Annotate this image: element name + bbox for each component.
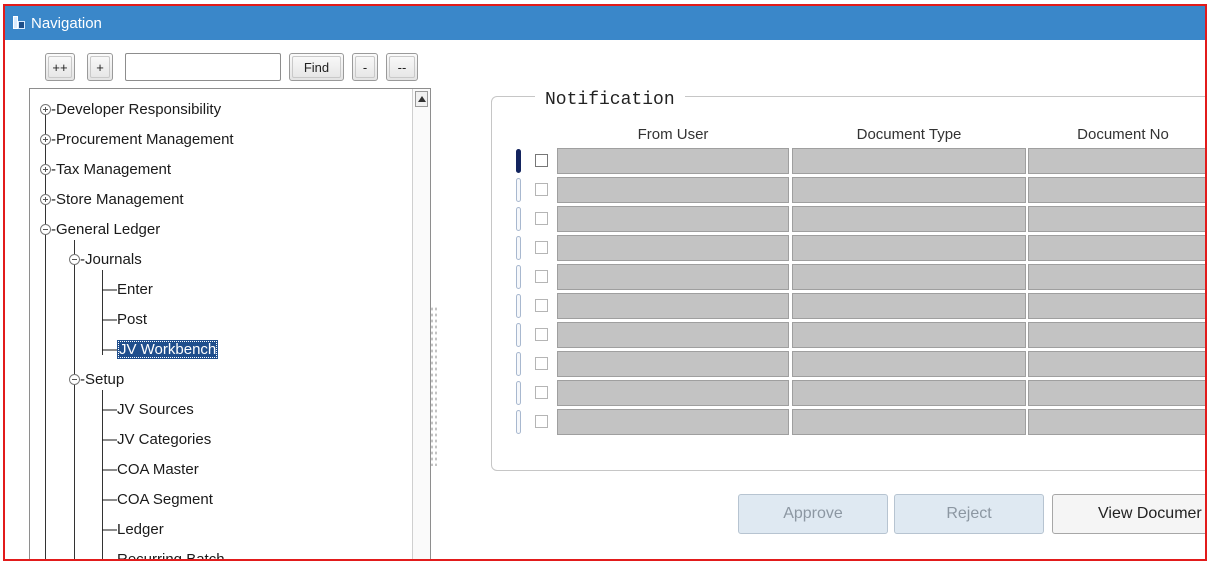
row-checkbox[interactable] xyxy=(535,415,548,428)
from-user-cell[interactable] xyxy=(557,380,789,406)
scroll-up-arrow-icon[interactable] xyxy=(415,91,428,107)
notification-title: Notification xyxy=(535,90,685,110)
row-checkbox[interactable] xyxy=(535,386,548,399)
tree-item-ledger[interactable]: —Ledger xyxy=(102,517,164,543)
row-checkbox[interactable] xyxy=(535,328,548,341)
row-checkbox[interactable] xyxy=(535,154,548,167)
from-user-cell[interactable] xyxy=(557,409,789,435)
document-type-cell[interactable] xyxy=(792,380,1026,406)
column-header-document-no: Document No xyxy=(1077,126,1169,143)
row-indicator[interactable] xyxy=(516,381,521,405)
document-type-cell[interactable] xyxy=(792,293,1026,319)
expand-button[interactable]: + xyxy=(87,53,113,81)
window-title: Navigation xyxy=(31,14,102,32)
document-type-cell[interactable] xyxy=(792,235,1026,261)
document-type-cell[interactable] xyxy=(792,409,1026,435)
document-no-cell[interactable] xyxy=(1028,264,1205,290)
collapse-button[interactable]: - xyxy=(352,53,378,81)
tree-item-tax-management[interactable]: -Tax Management xyxy=(40,157,171,183)
collapse-icon[interactable] xyxy=(40,223,51,235)
app-icon xyxy=(11,15,27,31)
row-indicator[interactable] xyxy=(516,323,521,347)
tree-item-jv-sources[interactable]: —JV Sources xyxy=(102,397,194,423)
tree-item-post[interactable]: —Post xyxy=(102,307,147,333)
tree-item-procurement-management[interactable]: -Procurement Management xyxy=(40,127,234,153)
tree-item-enter[interactable]: —Enter xyxy=(102,277,153,303)
document-type-cell[interactable] xyxy=(792,148,1026,174)
splitter-grip[interactable] xyxy=(430,306,438,466)
tree-item-general-ledger[interactable]: -General Ledger xyxy=(40,217,160,243)
document-no-cell[interactable] xyxy=(1028,293,1205,319)
row-indicator[interactable] xyxy=(516,149,521,173)
expand-icon[interactable] xyxy=(40,133,51,145)
row-indicator[interactable] xyxy=(516,207,521,231)
collapse-all-button[interactable]: -- xyxy=(386,53,418,81)
from-user-cell[interactable] xyxy=(557,293,789,319)
expand-all-button[interactable]: ++ xyxy=(45,53,75,81)
from-user-cell[interactable] xyxy=(557,235,789,261)
from-user-cell[interactable] xyxy=(557,206,789,232)
from-user-cell[interactable] xyxy=(557,351,789,377)
document-no-cell[interactable] xyxy=(1028,351,1205,377)
document-type-cell[interactable] xyxy=(792,264,1026,290)
row-checkbox[interactable] xyxy=(535,357,548,370)
expand-icon[interactable] xyxy=(40,103,51,115)
document-no-cell[interactable] xyxy=(1028,322,1205,348)
title-bar: Navigation xyxy=(5,6,1205,40)
search-input[interactable] xyxy=(125,53,281,81)
expand-icon[interactable] xyxy=(40,163,51,175)
document-no-cell[interactable] xyxy=(1028,148,1205,174)
row-checkbox[interactable] xyxy=(535,270,548,283)
row-indicator[interactable] xyxy=(516,410,521,434)
reject-button[interactable]: Reject xyxy=(894,494,1044,534)
document-type-cell[interactable] xyxy=(792,206,1026,232)
from-user-cell[interactable] xyxy=(557,177,789,203)
row-checkbox[interactable] xyxy=(535,183,548,196)
document-no-cell[interactable] xyxy=(1028,177,1205,203)
tree-item-journals[interactable]: -Journals xyxy=(69,247,142,273)
document-no-cell[interactable] xyxy=(1028,380,1205,406)
row-indicator[interactable] xyxy=(516,178,521,202)
row-checkbox[interactable] xyxy=(535,212,548,225)
tree-item-setup[interactable]: -Setup xyxy=(69,367,124,393)
tree-item-developer-responsibility[interactable]: -Developer Responsibility xyxy=(40,97,221,123)
from-user-cell[interactable] xyxy=(557,264,789,290)
tree-item-recurring-batch[interactable]: —Recurring Batch xyxy=(102,547,225,559)
row-checkbox[interactable] xyxy=(535,299,548,312)
expand-icon[interactable] xyxy=(40,193,51,205)
document-type-cell[interactable] xyxy=(792,177,1026,203)
from-user-cell[interactable] xyxy=(557,322,789,348)
document-no-cell[interactable] xyxy=(1028,206,1205,232)
document-no-cell[interactable] xyxy=(1028,409,1205,435)
document-type-cell[interactable] xyxy=(792,322,1026,348)
tree-item-coa-segment[interactable]: —COA Segment xyxy=(102,487,213,513)
column-header-document-type: Document Type xyxy=(856,126,962,143)
column-header-from-user: From User xyxy=(637,126,709,143)
from-user-cell[interactable] xyxy=(557,148,789,174)
row-indicator[interactable] xyxy=(516,236,521,260)
row-checkbox[interactable] xyxy=(535,241,548,254)
tree-item-jv-categories[interactable]: —JV Categories xyxy=(102,427,211,453)
tree-scrollbar[interactable] xyxy=(412,89,430,559)
document-type-cell[interactable] xyxy=(792,351,1026,377)
tree-item-coa-master[interactable]: —COA Master xyxy=(102,457,199,483)
navigation-window: Navigation ++ + Find - -- -Developer Res… xyxy=(3,4,1207,561)
row-indicator[interactable] xyxy=(516,352,521,376)
navigation-tree[interactable]: -Developer Responsibility -Procurement M… xyxy=(29,88,431,559)
collapse-icon[interactable] xyxy=(69,253,80,265)
row-indicator[interactable] xyxy=(516,265,521,289)
view-document-button[interactable]: View Documer xyxy=(1052,494,1205,534)
tree-item-jv-workbench[interactable]: — JV Workbench xyxy=(102,337,219,363)
approve-button[interactable]: Approve xyxy=(738,494,888,534)
row-indicator[interactable] xyxy=(516,294,521,318)
find-button[interactable]: Find xyxy=(289,53,344,81)
tree-item-store-management[interactable]: -Store Management xyxy=(40,187,184,213)
collapse-icon[interactable] xyxy=(69,373,80,385)
document-no-cell[interactable] xyxy=(1028,235,1205,261)
